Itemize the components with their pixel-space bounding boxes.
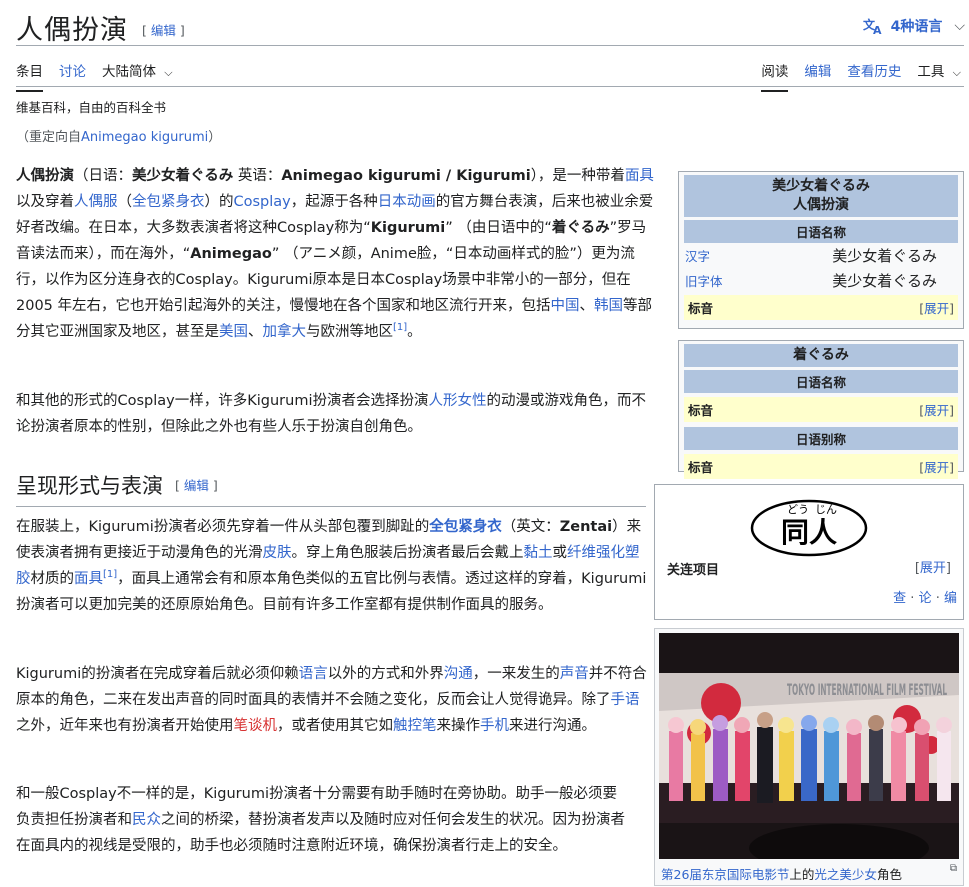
infobox-kigurumi: 美少女着ぐるみ 人偶扮演 日语名称 汉字 美少女着ぐるみ 旧字体 美少女着ぐるみ 标音…: [678, 171, 964, 329]
tab-read[interactable]: 阅读: [761, 60, 789, 92]
link-sign-language[interactable]: 手语: [611, 692, 640, 708]
navbox-expand[interactable]: [展开]: [915, 557, 951, 576]
reading-row: 标音 [展开]: [684, 295, 958, 320]
figure-caption: 第26届东京国际电影节上的光之美少女角色: [661, 867, 902, 882]
expand-toggle[interactable]: [展开]: [919, 457, 954, 476]
link-touchpen[interactable]: 触控笔: [393, 718, 437, 734]
title-divider: [16, 45, 964, 46]
paragraph-4: Kigurumi的扮演者在完成穿着后就必须仰赖语言以外的方式和外界沟通，一来发生…: [16, 666, 647, 734]
redirect-link[interactable]: Animegao kigurumi: [81, 130, 208, 145]
namespace-tabs: 条目 讨论 大陆简体 ⌵: [16, 60, 173, 92]
figure-thumbnail: TOKYO INTERNATIONAL FILM FESTIVAL 第26届东京…: [654, 628, 964, 886]
tab-talk[interactable]: 讨论: [59, 60, 86, 86]
section-edit-link[interactable]: [ 编辑 ]: [175, 478, 218, 493]
link-notepad[interactable]: 笔谈机: [234, 718, 278, 734]
infobox-row: 旧字体 美少女着ぐるみ: [685, 272, 937, 290]
paragraph-2: 和其他的形式的Cosplay一样，许多Kigurumi扮演者会选择扮演人形女性的…: [16, 393, 646, 435]
paragraph-5: 和一般Cosplay不一样的是，Kigurumi扮演者十分需要有助手随时在旁协助…: [16, 786, 625, 854]
paragraph-3: 在服装上，Kigurumi扮演者必须先穿着一件从头部包覆到脚趾的全包紧身衣（英文…: [16, 519, 647, 613]
caption-link-precure[interactable]: 光之美少女: [814, 867, 877, 882]
link-phone[interactable]: 手机: [480, 718, 509, 734]
link-zentai-2[interactable]: 全包紧身衣: [429, 519, 502, 535]
translate-icon: 文 A: [863, 17, 882, 35]
link-clay[interactable]: 黏土: [524, 545, 553, 561]
infobox-row: 汉字 美少女着ぐるみ: [685, 247, 937, 265]
section-heading: 呈现形式与表演[ 编辑 ]: [16, 470, 646, 507]
infobox-section: 日语名称: [684, 220, 958, 243]
link-zentai[interactable]: 全包紧身衣: [132, 194, 205, 210]
link-anime[interactable]: 日本动画: [378, 194, 436, 210]
enlarge-icon[interactable]: ⧉: [950, 863, 957, 874]
tab-edit[interactable]: 编辑: [804, 60, 831, 86]
site-tagline: 维基百科，自由的百科全书: [16, 100, 167, 115]
language-count: 4种语言: [890, 19, 943, 35]
svg-text:じん: じん: [815, 503, 837, 516]
view-tabs: 阅读 编辑 查看历史 工具 ⌵: [761, 60, 961, 92]
svg-text:TOKYO INTERNATIONAL FILM FESTI: TOKYO INTERNATIONAL FILM FESTIVAL: [787, 680, 947, 699]
svg-text:同人: 同人: [781, 516, 837, 549]
chevron-down-icon: ⌵: [952, 66, 961, 79]
citation-1b[interactable]: [1]: [103, 569, 117, 580]
link-language[interactable]: 语言: [299, 666, 328, 682]
link-cosplay[interactable]: Cosplay: [234, 194, 291, 210]
link-china[interactable]: 中国: [551, 298, 580, 314]
link-skin[interactable]: 皮肤: [263, 545, 292, 561]
link-female[interactable]: 女性: [457, 393, 486, 409]
link-communication[interactable]: 沟通: [444, 666, 473, 682]
chevron-down-icon: ⌵: [164, 66, 173, 79]
link-mask[interactable]: 面具: [625, 168, 654, 184]
link-usa[interactable]: 美国: [219, 324, 248, 340]
infobox-title: 美少女着ぐるみ 人偶扮演: [684, 175, 958, 217]
tab-article[interactable]: 条目: [16, 60, 43, 92]
caption-link-tiff[interactable]: 第26届东京国际电影节: [661, 867, 789, 882]
infobox-title: 着ぐるみ: [684, 344, 958, 367]
title-edit-link[interactable]: [ 编辑 ]: [142, 23, 185, 38]
reading-row: 标音 [展开]: [684, 397, 958, 422]
citation-1[interactable]: [1]: [393, 322, 407, 333]
navbox-doujin: どう じん 同人 关连项目 [展开] 查 · 论 · 编: [654, 484, 964, 620]
infobox-section: 日语别称: [684, 427, 958, 450]
chevron-down-icon: ⌵: [954, 18, 965, 34]
variant-dropdown[interactable]: 大陆简体 ⌵: [102, 60, 173, 86]
redirect-note: （重定向自Animegao kigurumi）: [16, 130, 222, 145]
page-title: 人偶扮演[ 编辑 ]: [16, 15, 185, 46]
navbox-edit-link[interactable]: 编: [944, 591, 957, 606]
intro-paragraph: 人偶扮演（日语：美少女着ぐるみ 英语：Animegao kigurumi / K…: [16, 168, 654, 340]
link-human[interactable]: 人形: [428, 393, 457, 409]
navbox-talk-link[interactable]: 论: [919, 591, 932, 606]
infobox-kigurumi-2: 着ぐるみ 日语名称 标音 [展开] 日语别称 标音 [展开]: [678, 340, 964, 479]
svg-text:A: A: [873, 24, 882, 35]
expand-toggle[interactable]: [展开]: [919, 400, 954, 419]
navbox-label: 关连项目: [667, 563, 720, 578]
link-costume[interactable]: 人偶服: [74, 194, 118, 210]
link-korea[interactable]: 韩国: [594, 298, 623, 314]
svg-text:どう: どう: [787, 503, 809, 516]
tabs-divider: [16, 86, 964, 87]
language-selector[interactable]: 文 A 4种语言 ⌵: [863, 16, 965, 36]
doujin-logo: どう じん 同人: [750, 499, 868, 557]
infobox-section: 日语名称: [684, 370, 958, 393]
reading-row: 标音 [展开]: [684, 454, 958, 479]
link-mask-2[interactable]: 面具: [74, 571, 103, 587]
event-photo[interactable]: TOKYO INTERNATIONAL FILM FESTIVAL: [659, 633, 959, 859]
navbox-view-link[interactable]: 查: [893, 591, 906, 606]
link-canada[interactable]: 加拿大: [263, 324, 307, 340]
tools-dropdown[interactable]: 工具 ⌵: [917, 60, 961, 86]
link-public[interactable]: 民众: [132, 812, 161, 828]
tab-history[interactable]: 查看历史: [847, 60, 901, 86]
navbox-vde: 查 · 论 · 编: [893, 591, 957, 606]
expand-toggle[interactable]: [展开]: [919, 298, 954, 317]
link-voice[interactable]: 声音: [560, 666, 589, 682]
